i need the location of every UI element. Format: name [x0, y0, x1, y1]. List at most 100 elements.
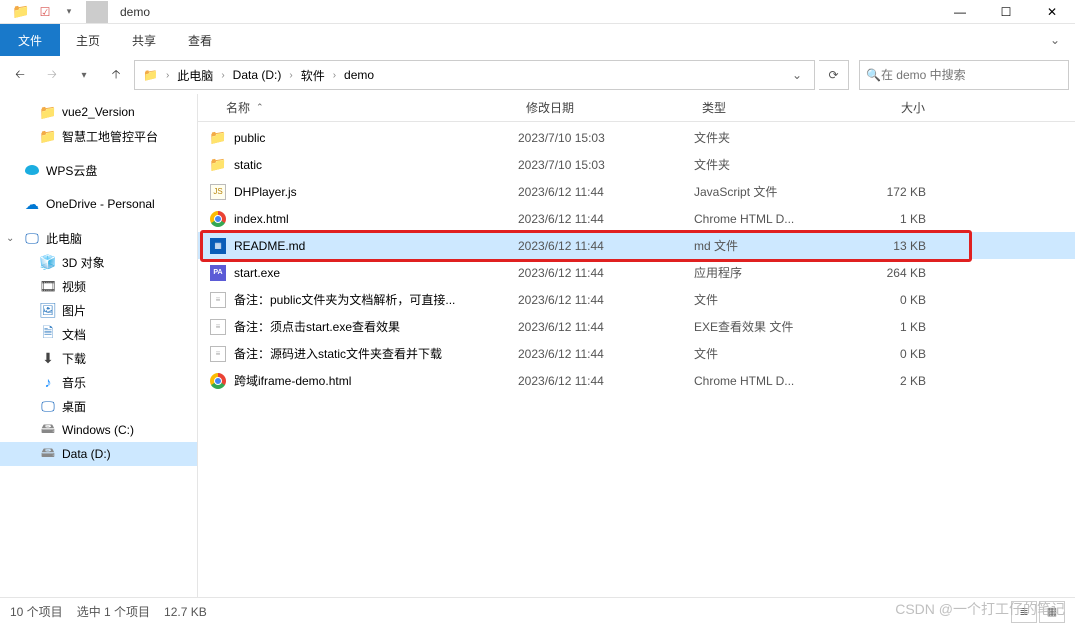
file-type: JavaScript 文件	[694, 183, 840, 200]
file-date: 2023/6/12 11:44	[518, 320, 694, 334]
sidebar-item-video[interactable]: 🎞视频	[0, 274, 197, 298]
qat-check-icon[interactable]: ☑	[34, 1, 56, 23]
ribbon-expand-icon[interactable]: ⌄	[1035, 24, 1075, 56]
column-header: 名称⌃ 修改日期 类型 大小	[198, 94, 1075, 122]
breadcrumb-data-d[interactable]: Data (D:)	[229, 66, 286, 84]
tab-file[interactable]: 文件	[0, 24, 60, 56]
file-icon: 📁	[210, 157, 226, 173]
col-size[interactable]: 大小	[840, 94, 934, 121]
search-icon: 🔍	[866, 68, 881, 82]
file-date: 2023/6/12 11:44	[518, 185, 694, 199]
sidebar-item-desktop[interactable]: 🖵 桌面	[0, 394, 197, 418]
file-row[interactable]: PAstart.exe2023/6/12 11:44应用程序264 KB	[198, 259, 1075, 286]
sidebar-item-vue2[interactable]: 📁 vue2_Version	[0, 100, 197, 124]
chevron-right-icon[interactable]: ›	[164, 70, 171, 81]
sidebar-item-c-drive[interactable]: 🖴Windows (C:)	[0, 418, 197, 442]
file-name: README.md	[234, 239, 305, 253]
sidebar-item-label: vue2_Version	[62, 105, 135, 119]
col-name[interactable]: 名称⌃	[198, 94, 518, 121]
col-date[interactable]: 修改日期	[518, 94, 694, 121]
minimize-button[interactable]: —	[937, 0, 983, 24]
file-row[interactable]: ≡备注：须点击start.exe查看效果2023/6/12 11:44EXE查看…	[198, 313, 1075, 340]
folder-icon: 📁	[40, 104, 56, 120]
breadcrumb-root-icon: 📁	[139, 68, 162, 82]
statusbar: 10 个项目 选中 1 个项目 12.7 KB ≣ ▦	[0, 597, 1075, 625]
search-box[interactable]: 🔍	[859, 60, 1069, 90]
sidebar-item-label: Data (D:)	[62, 447, 111, 461]
sidebar[interactable]: 📁 vue2_Version 📁 智慧工地管控平台 WPS云盘 ☁ OneDri…	[0, 94, 198, 597]
file-icon: PA	[210, 265, 226, 281]
sidebar-item-smart-site[interactable]: 📁 智慧工地管控平台	[0, 124, 197, 148]
file-type: 文件夹	[694, 129, 840, 146]
desktop-icon: 🖵	[40, 398, 56, 414]
sidebar-item-onedrive[interactable]: ☁ OneDrive - Personal	[0, 192, 197, 216]
document-icon: 🗎	[40, 326, 56, 342]
file-row[interactable]: 📁public2023/7/10 15:03文件夹	[198, 124, 1075, 151]
sidebar-item-d-drive[interactable]: 🖴Data (D:)	[0, 442, 197, 466]
file-row[interactable]: 跨域iframe-demo.html2023/6/12 11:44Chrome …	[198, 367, 1075, 394]
drive-icon: 🖴	[40, 422, 56, 438]
sidebar-item-label: 图片	[62, 302, 86, 319]
view-details-button[interactable]: ≣	[1011, 601, 1037, 623]
file-row[interactable]: ≡备注：public文件夹为文档解析，可直接...2023/6/12 11:44…	[198, 286, 1075, 313]
sidebar-item-wps[interactable]: WPS云盘	[0, 158, 197, 182]
sidebar-item-documents[interactable]: 🗎文档	[0, 322, 197, 346]
history-dropdown[interactable]: ▾	[70, 61, 98, 89]
cloud-icon: ☁	[24, 196, 40, 212]
file-name: 跨域iframe-demo.html	[234, 372, 351, 389]
file-name: 备注：源码进入static文件夹查看并下载	[234, 345, 442, 362]
breadcrumb-software[interactable]: 软件	[297, 65, 329, 86]
chevron-right-icon[interactable]: ›	[219, 70, 226, 81]
chevron-right-icon[interactable]: ›	[287, 70, 294, 81]
file-row[interactable]: JSDHPlayer.js2023/6/12 11:44JavaScript 文…	[198, 178, 1075, 205]
nav-row: 🡠 🡢 ▾ 🡡 📁 › 此电脑 › Data (D:) › 软件 › demo …	[0, 56, 1075, 94]
sidebar-item-pictures[interactable]: 🖼图片	[0, 298, 197, 322]
file-row[interactable]: 📁static2023/7/10 15:03文件夹	[198, 151, 1075, 178]
file-date: 2023/6/12 11:44	[518, 374, 694, 388]
sidebar-item-music[interactable]: ♪音乐	[0, 370, 197, 394]
file-size: 2 KB	[840, 374, 934, 388]
sidebar-item-pc[interactable]: ⌄ 🖵 此电脑	[0, 226, 197, 250]
qat-folder-icon[interactable]: 📁	[10, 1, 32, 23]
status-selected-size: 12.7 KB	[164, 605, 207, 619]
status-item-count: 10 个项目	[10, 603, 63, 620]
file-pane: 名称⌃ 修改日期 类型 大小 📁public2023/7/10 15:03文件夹…	[198, 94, 1075, 597]
back-button[interactable]: 🡠	[6, 61, 34, 89]
file-date: 2023/7/10 15:03	[518, 158, 694, 172]
file-type: 文件	[694, 345, 840, 362]
close-button[interactable]: ✕	[1029, 0, 1075, 24]
file-icon: 📁	[210, 130, 226, 146]
file-row[interactable]: ≡备注：源码进入static文件夹查看并下载2023/6/12 11:44文件0…	[198, 340, 1075, 367]
tab-home[interactable]: 主页	[60, 24, 116, 56]
sidebar-item-label: 音乐	[62, 374, 86, 391]
tab-share[interactable]: 共享	[116, 24, 172, 56]
chevron-down-icon[interactable]: ⌄	[6, 233, 18, 244]
sidebar-item-downloads[interactable]: ⬇下载	[0, 346, 197, 370]
file-icon: JS	[210, 184, 226, 200]
refresh-button[interactable]: ⟳	[819, 60, 849, 90]
sidebar-item-label: 下载	[62, 350, 86, 367]
breadcrumb-demo[interactable]: demo	[340, 66, 378, 84]
view-icons-button[interactable]: ▦	[1039, 601, 1065, 623]
tab-view[interactable]: 查看	[172, 24, 228, 56]
file-name: 备注：须点击start.exe查看效果	[234, 318, 400, 335]
sidebar-item-label: 桌面	[62, 398, 86, 415]
maximize-button[interactable]: ☐	[983, 0, 1029, 24]
search-input[interactable]	[881, 68, 1062, 82]
up-button[interactable]: 🡡	[102, 61, 130, 89]
sidebar-item-label: OneDrive - Personal	[46, 197, 155, 211]
address-dropdown-icon[interactable]: ⌄	[784, 68, 810, 82]
breadcrumb-pc[interactable]: 此电脑	[173, 65, 217, 86]
video-icon: 🎞	[40, 278, 56, 294]
file-row[interactable]: index.html2023/6/12 11:44Chrome HTML D..…	[198, 205, 1075, 232]
qat-dropdown-icon[interactable]: ▾	[58, 1, 80, 23]
file-row[interactable]: ▦README.md2023/6/12 11:44md 文件13 KB	[198, 232, 1075, 259]
file-size: 0 KB	[840, 347, 934, 361]
sidebar-item-3d[interactable]: 🧊3D 对象	[0, 250, 197, 274]
file-icon: ≡	[210, 319, 226, 335]
file-icon: ≡	[210, 292, 226, 308]
address-bar[interactable]: 📁 › 此电脑 › Data (D:) › 软件 › demo ⌄	[134, 60, 815, 90]
col-type[interactable]: 类型	[694, 94, 840, 121]
chevron-right-icon[interactable]: ›	[331, 70, 338, 81]
file-list[interactable]: 📁public2023/7/10 15:03文件夹📁static2023/7/1…	[198, 122, 1075, 597]
